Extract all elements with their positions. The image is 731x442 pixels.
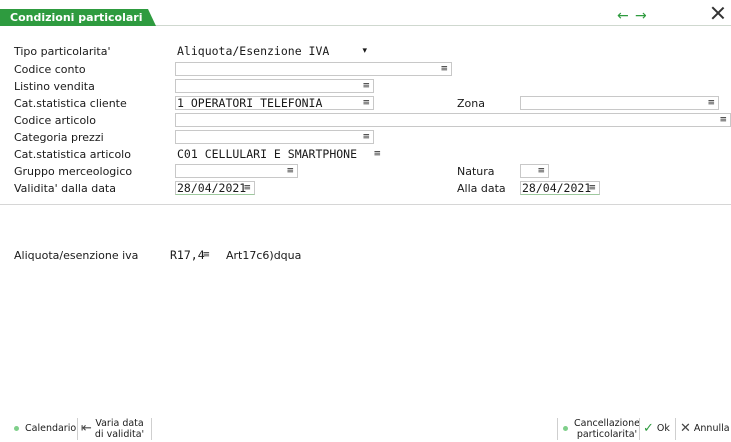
alla-data-input[interactable]: 28/04/2021 ≡ [520, 181, 600, 195]
window-title: Condizioni particolari [10, 11, 143, 24]
annulla-label: Annulla [693, 423, 730, 434]
cancellazione-particolarita-button[interactable]: Cancellazione particolarita' [563, 415, 640, 442]
arrow-left-icon[interactable]: ← [617, 7, 629, 25]
zona-label: Zona [457, 97, 485, 110]
dropdown-arrow-icon: ▾ [362, 46, 367, 56]
calendario-button[interactable]: Calendario [14, 415, 76, 442]
validita-dalla-data-input[interactable]: 28/04/2021 ≡ [175, 181, 255, 195]
toolbar-separator [77, 418, 78, 440]
cat-statistica-articolo-label: Cat.statistica articolo [14, 148, 131, 161]
field-menu-icon[interactable]: ≡ [362, 97, 370, 109]
cat-statistica-cliente-value: 1 OPERATORI TELEFONIA [177, 96, 323, 110]
field-menu-icon[interactable]: ≡ [286, 165, 294, 177]
check-icon: ✓ [643, 421, 654, 436]
codice-articolo-label: Codice articolo [14, 114, 96, 127]
field-menu-icon[interactable]: ≡ [719, 114, 727, 126]
annulla-button[interactable]: ✕ Annulla [680, 415, 730, 442]
aliquota-esenzione-iva-description: Art17c6)dqua [226, 249, 302, 262]
field-menu-icon[interactable]: ≡ [440, 63, 448, 75]
aliquota-esenzione-iva-label: Aliquota/esenzione iva [14, 249, 139, 262]
field-menu-icon[interactable]: ≡ [362, 131, 370, 143]
validita-dalla-data-label: Validita' dalla data [14, 182, 116, 195]
close-icon[interactable] [711, 6, 725, 20]
title-bar: Condizioni particolari ← → [0, 0, 731, 26]
shortcut-dot-icon [14, 426, 19, 431]
ok-button[interactable]: ✓ Ok [643, 415, 670, 442]
cat-statistica-cliente-input[interactable]: 1 OPERATORI TELEFONIA ≡ [175, 96, 374, 110]
cancellazione-line-1: Cancellazione [574, 417, 640, 429]
aliquota-esenzione-iva-value: R17,4 [170, 248, 205, 262]
gruppo-merceologico-label: Gruppo merceologico [14, 165, 133, 178]
back-to-start-icon: ⇤ [81, 421, 92, 436]
field-menu-icon[interactable]: ≡ [373, 148, 381, 160]
categoria-prezzi-label: Categoria prezzi [14, 131, 104, 144]
listino-vendita-label: Listino vendita [14, 80, 95, 93]
cat-statistica-cliente-label: Cat.statistica cliente [14, 97, 127, 110]
alla-data-value: 28/04/2021 [522, 181, 592, 195]
ok-label: Ok [656, 423, 670, 434]
toolbar-separator [639, 418, 640, 440]
calendario-label: Calendario [25, 423, 77, 434]
field-menu-icon[interactable]: ≡ [362, 80, 370, 92]
codice-conto-input[interactable]: ≡ [175, 62, 452, 76]
field-menu-icon[interactable]: ≡ [537, 165, 545, 177]
tipo-particolarita-label: Tipo particolarita' [14, 45, 111, 58]
tipo-particolarita-select[interactable]: Aliquota/Esenzione IVA ▾ [175, 44, 369, 58]
natura-label: Natura [457, 165, 495, 178]
section-divider [0, 204, 731, 205]
cat-statistica-articolo-input[interactable]: C01 CELLULARI E SMARTPHONE ≡ [175, 147, 383, 161]
natura-input[interactable]: ≡ [520, 164, 549, 178]
bottom-toolbar: Calendario ⇤ Varia data di validita' Can… [0, 415, 731, 442]
cancellazione-particolarita-label: Cancellazione particolarita' [574, 418, 640, 440]
codice-conto-label: Codice conto [14, 63, 86, 76]
varia-data-validita-label: Varia data di validita' [95, 418, 144, 440]
field-menu-icon[interactable]: ≡ [588, 182, 596, 194]
validita-dalla-data-value: 28/04/2021 [177, 181, 247, 195]
alla-data-label: Alla data [457, 182, 506, 195]
cancellazione-line-2: particolarita' [576, 428, 638, 440]
shortcut-dot-icon [563, 426, 568, 431]
codice-articolo-input[interactable]: ≡ [175, 113, 731, 127]
gruppo-merceologico-input[interactable]: ≡ [175, 164, 298, 178]
cat-statistica-articolo-value: C01 CELLULARI E SMARTPHONE [177, 147, 358, 161]
listino-vendita-input[interactable]: ≡ [175, 79, 374, 93]
categoria-prezzi-input[interactable]: ≡ [175, 130, 374, 144]
x-icon: ✕ [680, 421, 691, 436]
arrow-right-icon[interactable]: → [635, 7, 647, 25]
varia-data-validita-button[interactable]: ⇤ Varia data di validita' [81, 415, 144, 442]
field-menu-icon[interactable]: ≡ [202, 249, 210, 261]
aliquota-esenzione-iva-input[interactable]: R17,4 ≡ [168, 248, 212, 262]
field-menu-icon[interactable]: ≡ [707, 97, 715, 109]
varia-data-line-2: di validita' [94, 428, 145, 440]
toolbar-separator [151, 418, 152, 440]
tipo-particolarita-value: Aliquota/Esenzione IVA [177, 44, 330, 58]
varia-data-line-1: Varia data [95, 417, 144, 429]
window-title-tab: Condizioni particolari [0, 9, 156, 26]
toolbar-separator [675, 418, 676, 440]
zona-input[interactable]: ≡ [520, 96, 719, 110]
field-menu-icon[interactable]: ≡ [243, 182, 251, 194]
toolbar-separator [557, 418, 558, 440]
